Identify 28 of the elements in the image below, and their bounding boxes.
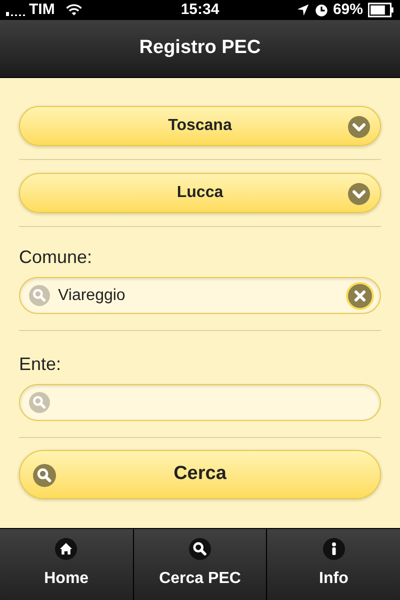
battery-percent: 69%	[332, 0, 363, 20]
home-icon	[55, 538, 78, 560]
info-icon	[322, 538, 345, 560]
location-arrow-icon	[296, 3, 310, 17]
search-field[interactable]	[19, 384, 381, 421]
search-icon	[189, 538, 211, 560]
search-button[interactable]: Cerca	[19, 450, 381, 499]
close-icon	[353, 288, 367, 302]
dropdown-select[interactable]: Lucca	[19, 173, 381, 213]
tab-button[interactable]: Home	[0, 529, 133, 600]
search-icon	[29, 392, 50, 413]
field-label: Comune:	[19, 246, 94, 269]
field-label: Ente:	[19, 353, 62, 376]
clock-icon	[314, 4, 328, 16]
clear-button[interactable]	[346, 282, 374, 310]
tab-button[interactable]: Info	[266, 529, 400, 600]
tab-button[interactable]: Cerca PEC	[132, 529, 266, 600]
signal-icon	[6, 12, 25, 16]
text-input[interactable]: Viareggio	[58, 284, 338, 308]
search-field[interactable]: Viareggio	[19, 277, 381, 314]
chevron-down-icon	[348, 183, 370, 205]
carrier-name: TIM	[29, 0, 55, 20]
dropdown-select[interactable]: Toscana	[19, 106, 381, 146]
search-icon	[29, 285, 50, 306]
search-icon	[33, 464, 56, 487]
screen-title: Registro PEC	[139, 36, 261, 60]
clock-time: 15:34	[180, 0, 220, 20]
chevron-down-icon	[348, 116, 370, 138]
